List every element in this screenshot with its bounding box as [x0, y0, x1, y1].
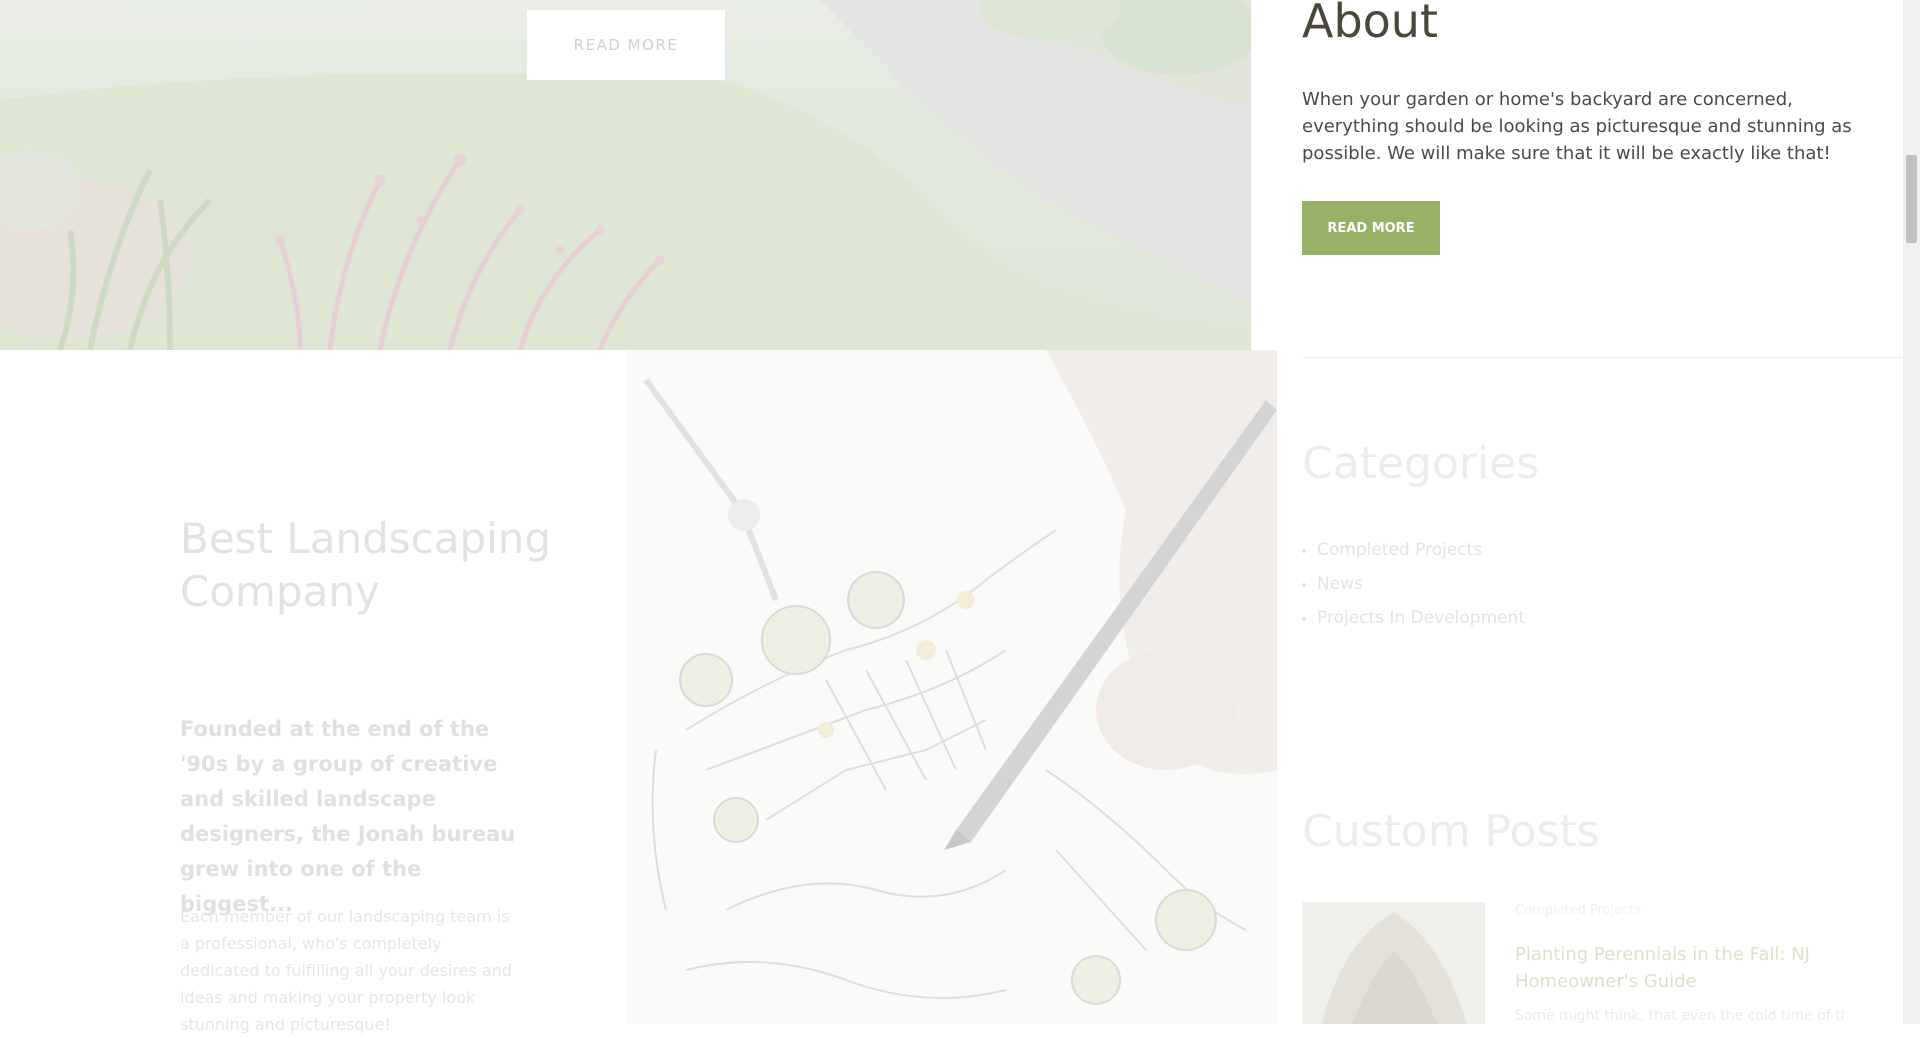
scrollbar-thumb[interactable] [1906, 155, 1917, 243]
about-text: When your garden or home's backyard are … [1302, 89, 1852, 164]
sidebar-divider [1302, 357, 1902, 358]
company-body: Each member of our landscaping team is a… [180, 907, 512, 1034]
scrollbar-track[interactable] [1903, 0, 1920, 1024]
landscape-sketch-image [626, 350, 1277, 1024]
thatched-hut-image [1302, 902, 1485, 1024]
category-link-completed-projects[interactable]: Completed Projects [1302, 533, 1525, 567]
sketch-illustration [626, 350, 1277, 1024]
hero-read-more-button[interactable]: READ MORE [527, 10, 725, 80]
category-link-projects-in-development[interactable]: Projects In Development [1302, 601, 1525, 635]
categories-title: Categories [1302, 438, 1540, 489]
about-read-more-button[interactable]: READ MORE [1302, 201, 1440, 255]
post-category[interactable]: Completed Projects [1515, 903, 1641, 918]
post-title-link[interactable]: Planting Perennials in the Fall: NJ Home… [1515, 941, 1845, 995]
categories-list: Completed Projects News Projects In Deve… [1302, 533, 1525, 635]
category-link-news[interactable]: News [1302, 567, 1525, 601]
custom-posts-title: Custom Posts [1302, 806, 1600, 857]
post-thumbnail[interactable] [1302, 902, 1485, 1024]
about-title: About [1302, 0, 1439, 48]
company-lead: Founded at the end of the '90s by a grou… [180, 717, 516, 916]
post-excerpt: Some might think, that even the cold tim… [1515, 1008, 1845, 1024]
company-title: Best Landscaping Company [180, 514, 552, 616]
